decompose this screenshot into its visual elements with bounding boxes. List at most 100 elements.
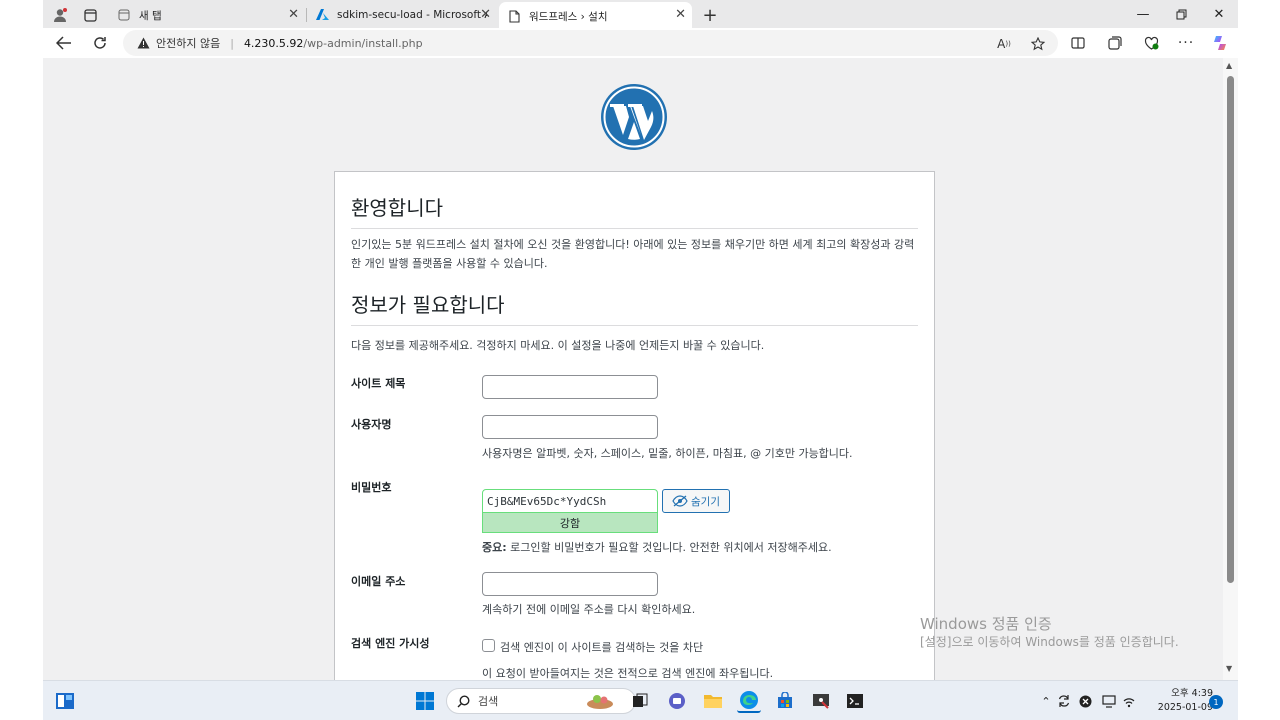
task-view-icon[interactable] [628,689,652,713]
display-icon[interactable] [1101,693,1117,709]
address-divider: | [230,36,234,50]
read-aloud-icon[interactable]: A)) [995,35,1013,53]
tab-azure[interactable]: sdkim-secu-load - Microsoft Azure ✕ [307,2,497,28]
clock-time: 오후 4:39 [1171,688,1213,699]
teams-chat-icon[interactable] [665,689,689,713]
start-button[interactable] [413,689,437,713]
activation-watermark-title: Windows 정품 인증 [920,615,1052,633]
profile-icon [54,8,67,22]
warning-icon [137,37,150,49]
browser-toolbar: 안전하지 않음 | 4.230.5.92/wp-admin/install.ph… [43,28,1238,58]
email-label: 이메일 주소 [351,575,406,588]
refresh-icon [94,37,106,49]
install-form-card: 환영합니다 인기있는 5분 워드프레스 설치 절차에 오신 것을 환영합니다! … [334,171,935,680]
email-hint: 계속하기 전에 이메일 주소를 다시 확인하세요. [482,603,696,616]
taskbar-search[interactable]: 검색 [446,688,636,714]
azure-icon [315,8,329,22]
username-input[interactable] [482,415,658,439]
site-title-input[interactable] [482,375,658,399]
sync-icon[interactable] [1056,693,1072,709]
back-button[interactable] [51,31,77,55]
notification-badge[interactable]: 1 [1209,695,1223,709]
url-path: /wp-admin/install.php [303,36,423,50]
right-margin [1238,0,1280,680]
page-viewport: 환영합니다 인기있는 5분 워드프레스 설치 절차에 오신 것을 환영합니다! … [43,58,1223,680]
restore-icon [1176,9,1186,19]
minimize-button[interactable]: — [1125,3,1161,25]
close-icon[interactable]: ✕ [675,7,686,22]
tab-title: sdkim-secu-load - Microsoft Azure [337,9,487,21]
tab-actions-button[interactable] [79,4,101,26]
search-icon [457,694,470,707]
more-options-icon[interactable]: ··· [1175,32,1197,54]
site-title-label: 사이트 제목 [351,377,406,390]
email-input[interactable] [482,572,658,596]
not-secure-indicator[interactable]: 안전하지 않음 [137,35,220,51]
scrollbar-thumb[interactable] [1227,76,1234,583]
username-hint: 사용자명은 알파벳, 숫자, 스페이스, 밑줄, 하이픈, 마침표, @ 기호만… [482,447,853,460]
password-note-text: 로그인할 비밀번호가 필요할 것입니다. 안전한 위치에서 저장해주세요. [510,541,832,554]
widgets-icon[interactable] [53,689,77,713]
screen: 새 탭 ✕ sdkim-secu-load - Microsoft Azure … [0,0,1280,720]
search-visibility-label: 검색 엔진 가시성 [351,637,430,650]
activation-watermark-text: [설정]으로 이동하여 Windows를 정품 인증합니다. [920,635,1179,649]
chevron-up-icon[interactable]: ⌃ [1038,693,1054,709]
password-strength-meter: 강함 [482,513,658,533]
tab-new-tab[interactable]: 새 탭 ✕ [109,2,305,28]
split-screen-icon[interactable] [1067,32,1089,54]
arrow-left-icon [56,36,71,50]
favorite-star-icon[interactable] [1029,35,1047,53]
block-search-engines-label[interactable]: 검색 엔진이 이 사이트를 검색하는 것을 차단 [500,639,703,655]
profile-avatar[interactable] [49,4,71,26]
file-explorer-icon[interactable] [701,689,725,713]
eye-slash-icon [672,495,688,507]
search-placeholder: 검색 [478,695,499,708]
address-bar[interactable]: 안전하지 않음 | 4.230.5.92/wp-admin/install.ph… [123,30,1058,56]
error-status-icon[interactable] [1077,693,1093,709]
close-icon: ✕ [1213,6,1225,22]
tab-wordpress-install[interactable]: 워드프레스 › 설치 ✕ [499,2,692,30]
browser-window: 새 탭 ✕ sdkim-secu-load - Microsoft Azure … [43,0,1238,680]
close-icon[interactable]: ✕ [288,7,299,22]
browser-essentials-icon[interactable] [1140,32,1162,54]
terminal-icon[interactable] [843,689,867,713]
close-window-button[interactable]: ✕ [1201,3,1237,25]
tab-actions-icon [83,8,97,22]
restore-button[interactable] [1163,3,1199,25]
system-clock[interactable]: 오후 4:39 2025-01-09 [1143,687,1213,715]
snipping-tool-icon[interactable] [809,689,833,713]
tab-strip: 새 탭 ✕ sdkim-secu-load - Microsoft Azure … [43,0,1238,30]
collections-icon[interactable] [1104,32,1126,54]
wordpress-logo-icon [601,84,667,150]
info-heading: 정보가 필요합니다 [351,289,918,326]
left-margin [0,0,43,680]
welcome-text: 인기있는 5분 워드프레스 설치 절차에 오신 것을 환영합니다! 아래에 있는… [351,238,915,270]
network-icon[interactable] [1121,693,1137,709]
info-text: 다음 정보를 제공해주세요. 걱정하지 마세요. 이 설정을 나중에 언제든지 … [351,339,765,352]
microsoft-store-icon[interactable] [773,689,797,713]
password-note: 중요: 로그인할 비밀번호가 필요할 것입니다. 안전한 위치에서 저장해주세요… [482,539,832,555]
new-tab-button[interactable]: + [699,4,721,26]
edge-browser-icon[interactable] [737,689,761,713]
search-visibility-hint: 이 요청이 받아들여지는 것은 전적으로 검색 엔진에 좌우됩니다. [482,667,774,680]
scroll-up-icon[interactable]: ▲ [1226,61,1232,70]
taskbar: 검색 ⌃ 오후 4:39 2025-01-09 1 [43,680,1238,720]
vertical-scrollbar[interactable]: ▲ ▼ [1223,58,1238,680]
tab-title: 워드프레스 › 설치 [529,10,608,23]
welcome-heading: 환영합니다 [351,192,918,229]
plus-icon: + [702,4,718,26]
copilot-icon[interactable] [1209,32,1231,54]
close-icon[interactable]: ✕ [480,7,491,22]
scroll-down-icon[interactable]: ▼ [1226,664,1232,673]
clock-date: 2025-01-09 [1157,702,1213,713]
password-input[interactable]: CjB&MEv65Dc*YydCSh [482,489,658,513]
block-search-engines-checkbox[interactable] [482,639,495,652]
username-label: 사용자명 [351,418,392,431]
url-host: 4.230.5.92 [243,36,304,50]
tab-title: 새 탭 [139,9,162,22]
minimize-icon: — [1136,6,1150,22]
hide-password-button[interactable]: 숨기기 [662,489,730,513]
not-secure-label: 안전하지 않음 [156,37,221,50]
hide-password-label: 숨기기 [691,495,720,508]
refresh-button[interactable] [87,31,113,55]
